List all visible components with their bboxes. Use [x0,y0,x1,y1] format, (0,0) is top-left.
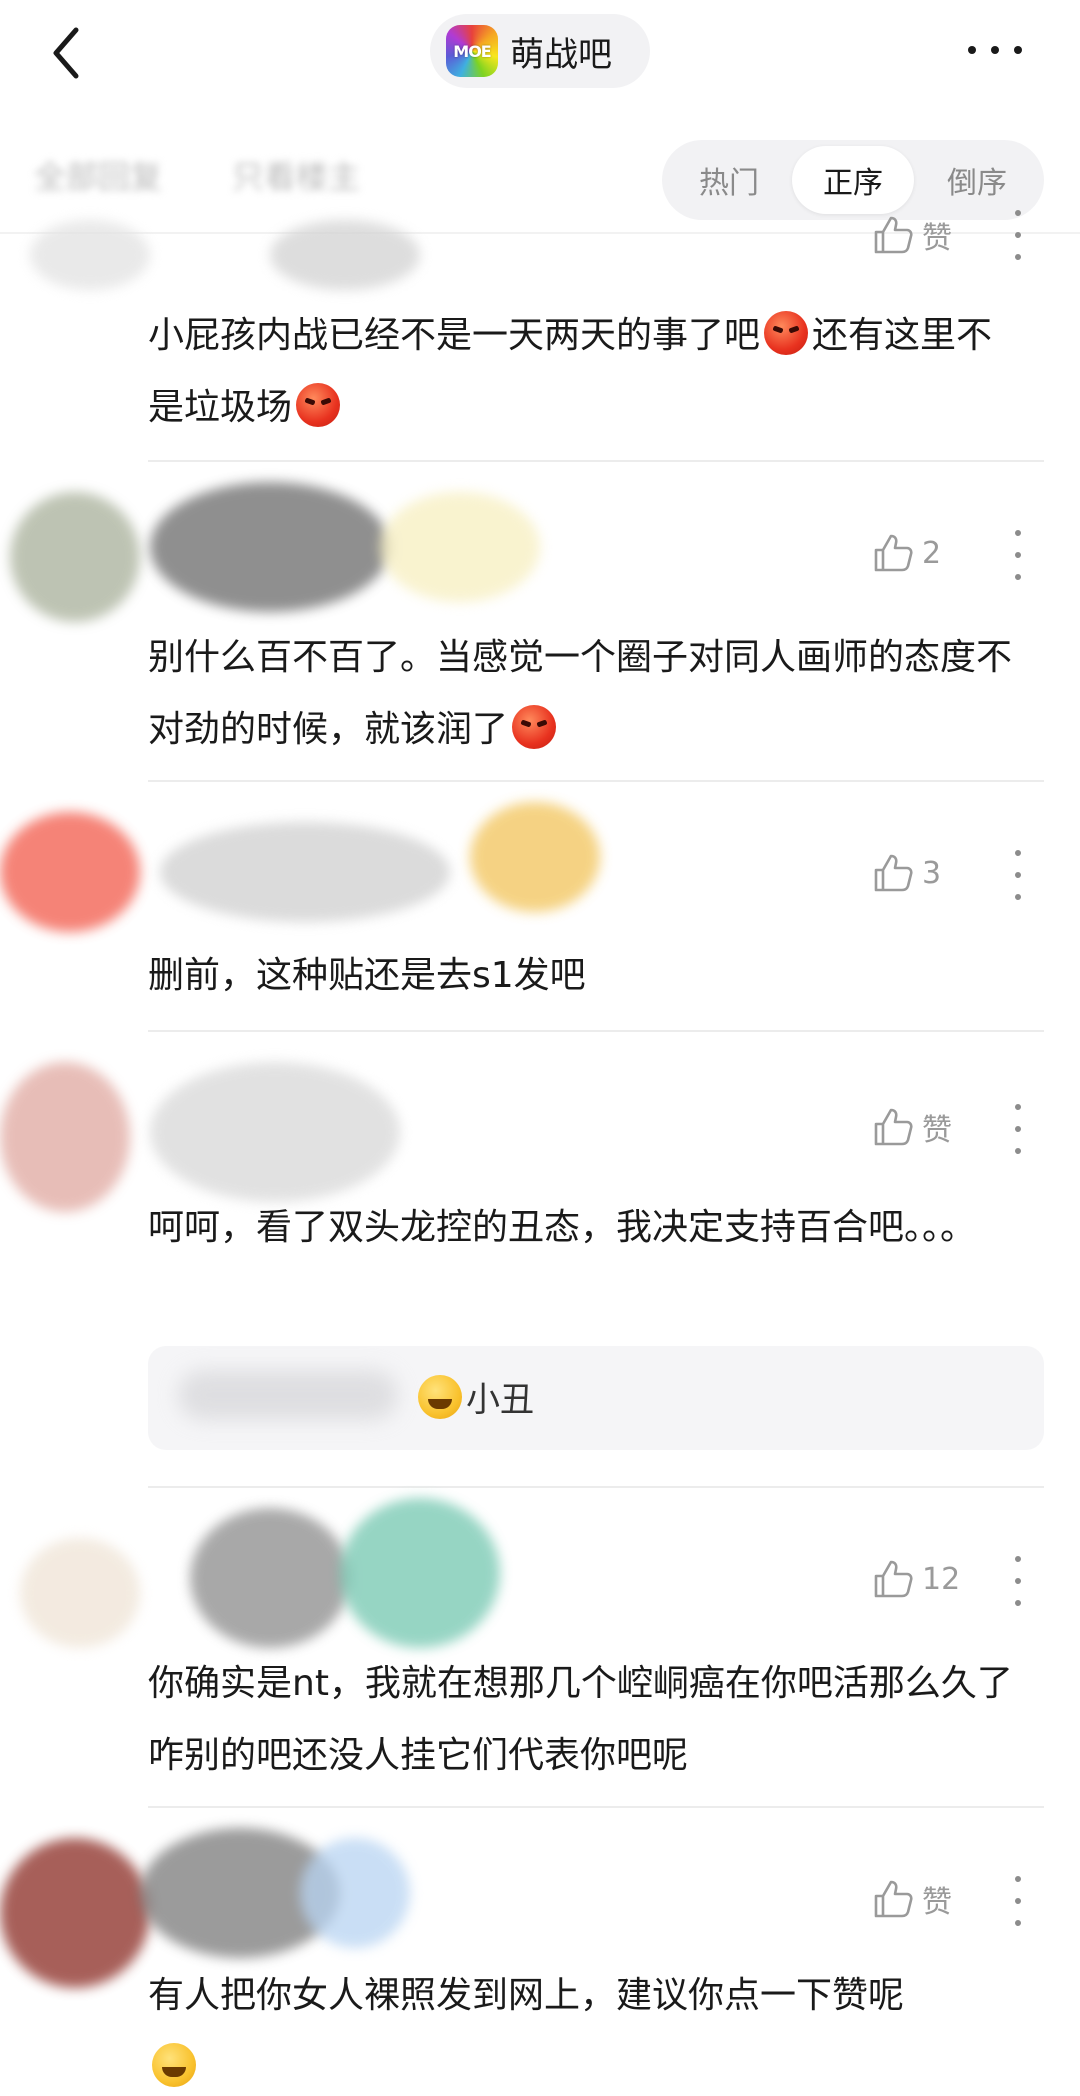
reply-author-redacted [178,1370,398,1420]
more-dot-icon [968,46,976,54]
sub-reply-text: 小丑 [414,1372,534,1421]
comment-item: 3 删前，这种贴还是去s1发吧 [0,782,1080,1030]
comment-item: 2 别什么百不百了。当感觉一个圈子对同人画师的态度不对劲的时候，就该润了 [0,462,1080,780]
like-action[interactable]: 12 [870,1556,982,1602]
comment-item: 赞 呵呵，看了双头龙控的丑态，我决定支持百合吧。。。 小丑 [0,1032,1080,1484]
tab-op-only[interactable]: 只看楼主 [232,152,360,198]
more-options-button[interactable] [960,30,1030,70]
chevron-left-icon [53,27,79,79]
avatar-redacted [0,812,140,932]
like-count: 赞 [922,1885,952,1920]
thumbs-up-icon [874,1560,913,1598]
laughing-face-icon [152,2043,196,2087]
forum-header-pill[interactable]: MOE 萌战吧 [430,14,650,88]
comment-item: 赞 有人把你女人裸照发到网上，建议你点一下赞呢 [0,1808,1080,2096]
grin-sweat-icon [418,1374,462,1419]
like-action[interactable]: 赞 [870,1104,982,1150]
username-redacted [270,220,420,290]
username-redacted [150,482,390,612]
angry-face-icon [296,383,341,427]
kebab-dot-icon [1015,1600,1021,1606]
comment-more-button[interactable] [1012,210,1024,260]
thumbs-up-icon [874,216,913,254]
like-count: 12 [922,1561,961,1597]
username-redacted [190,1508,350,1648]
kebab-dot-icon [1015,232,1021,238]
tab-all-replies[interactable]: 全部回复 [34,152,162,198]
comment-text: 删前，这种贴还是去s1发吧 [148,955,586,996]
avatar-redacted [30,220,150,290]
avatar-redacted [0,1838,150,1988]
thumbs-up-icon [874,854,913,892]
comment-text: 呵呵，看了双头龙控的丑态，我决定支持百合吧。。。 [148,1207,977,1248]
avatar-redacted [0,1062,130,1212]
thumbs-up-icon [874,1108,913,1146]
like-action[interactable]: 3 [870,850,982,896]
kebab-dot-icon [1015,574,1021,580]
user-badge-redacted [470,802,600,912]
username-redacted [150,1062,400,1202]
kebab-dot-icon [1015,530,1021,536]
like-action[interactable]: 2 [870,530,982,576]
top-nav-bar: MOE 萌战吧 [0,0,1080,110]
angry-face-icon [512,705,557,749]
user-badge-redacted [380,492,540,602]
kebab-dot-icon [1015,552,1021,558]
like-count: 3 [922,855,942,891]
kebab-dot-icon [1015,850,1021,856]
like-count: 赞 [922,1113,952,1148]
angry-face-icon [764,311,809,355]
comment-more-button[interactable] [1012,1556,1024,1606]
like-count: 赞 [922,221,952,256]
comment-item: 赞 小屁孩内战已经不是一天两天的事了吧 还有这里不是垃圾场 [0,200,1080,460]
avatar-redacted [10,492,140,622]
kebab-dot-icon [1015,1148,1021,1154]
comment-more-button[interactable] [1012,530,1024,580]
kebab-dot-icon [1015,1104,1021,1110]
kebab-dot-icon [1015,1898,1021,1904]
comment-more-button[interactable] [1012,850,1024,900]
kebab-dot-icon [1015,872,1021,878]
sub-reply-box[interactable]: 小丑 [148,1346,1044,1450]
thumbs-up-icon [874,1880,913,1918]
like-action[interactable]: 赞 [870,1876,982,1922]
back-button[interactable] [40,18,100,88]
comment-text: 有人把你女人裸照发到网上，建议你点一下赞呢 [148,1960,1038,2096]
user-badge-redacted [300,1838,410,1948]
more-dot-icon [1014,46,1022,54]
like-action[interactable]: 赞 [870,212,982,258]
user-badge-redacted [340,1498,500,1648]
forum-logo-text: MOE [453,41,491,61]
comment-more-button[interactable] [1012,1104,1024,1154]
avatar-redacted [20,1538,140,1648]
like-count: 2 [922,535,942,571]
kebab-dot-icon [1015,1920,1021,1926]
more-dot-icon [991,46,999,54]
thumbs-up-icon [874,534,913,572]
kebab-dot-icon [1015,1556,1021,1562]
comment-more-button[interactable] [1012,1876,1024,1926]
comment-text: 你确实是nt，我就在想那几个崆峒癌在你吧活那么久了咋别的吧还没人挂它们代表你吧呢 [148,1663,1013,1776]
username-redacted [160,822,450,922]
forum-logo: MOE [446,25,498,77]
kebab-dot-icon [1015,1578,1021,1584]
comment-text: 别什么百不百了。当感觉一个圈子对同人画师的态度不对劲的时候，就该润了 [148,637,1013,750]
comment-text: 小屁孩内战已经不是一天两天的事了吧 还有这里不是垃圾场 [148,300,1028,444]
forum-name: 萌战吧 [510,34,612,75]
kebab-dot-icon [1015,1126,1021,1132]
kebab-dot-icon [1015,210,1021,216]
kebab-dot-icon [1015,894,1021,900]
kebab-dot-icon [1015,1876,1021,1882]
kebab-dot-icon [1015,254,1021,260]
comment-item: 12 你确实是nt，我就在想那几个崆峒癌在你吧活那么久了咋别的吧还没人挂它们代表… [0,1488,1080,1806]
